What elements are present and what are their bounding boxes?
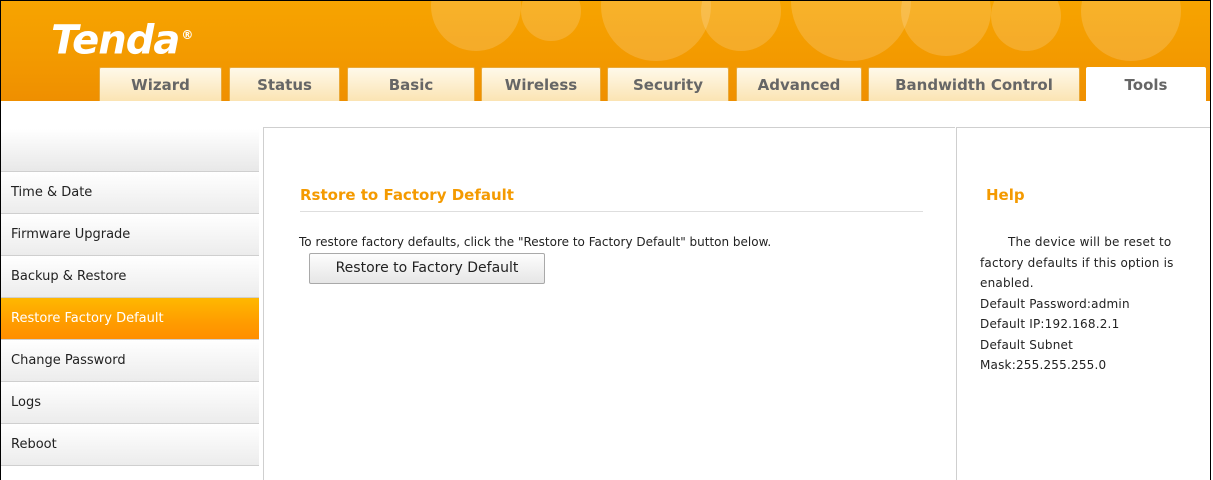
sidebar-item-backup-restore[interactable]: Backup & Restore — [1, 256, 259, 298]
help-text: The device will be reset to factory defa… — [980, 232, 1176, 376]
decorative-bubble — [791, 1, 911, 61]
help-line-default-password: Default Password:admin — [980, 296, 1130, 311]
tab-status[interactable]: Status — [229, 67, 340, 101]
main-tabs: Wizard Status Basic Wireless Security Ad… — [1, 67, 1210, 101]
help-line-default-ip: Default IP:192.168.2.1 — [980, 317, 1120, 331]
tab-tools[interactable]: Tools — [1086, 67, 1206, 101]
page-description: To restore factory defaults, click the "… — [299, 235, 772, 249]
help-title: Help — [986, 186, 1025, 204]
tab-security[interactable]: Security — [607, 67, 729, 101]
tab-advanced[interactable]: Advanced — [736, 67, 862, 101]
decorative-bubble — [601, 1, 711, 61]
tab-wireless[interactable]: Wireless — [481, 67, 601, 101]
decorative-bubble — [1081, 1, 1181, 61]
tab-basic[interactable]: Basic — [347, 67, 475, 101]
decorative-bubble — [991, 1, 1061, 51]
main-content-panel: Rstore to Factory Default To restore fac… — [263, 127, 955, 480]
help-line-default-subnet: Default Subnet Mask:255.255.255.0 — [980, 337, 1107, 373]
page-title: Rstore to Factory Default — [300, 186, 923, 212]
header-banner: Tenda ® Wizard Status Basic Wireless Secu… — [1, 1, 1210, 101]
sidebar-nav: Time & Date Firmware Upgrade Backup & Re… — [1, 129, 259, 466]
logo-text: Tenda — [51, 17, 180, 64]
decorative-bubble — [521, 1, 581, 41]
help-line-reset-info: The device will be reset to factory defa… — [980, 235, 1174, 290]
help-panel: Help The device will be reset to factory… — [956, 127, 1210, 480]
tab-wizard[interactable]: Wizard — [99, 67, 222, 101]
sidebar-item-restore-factory-default[interactable]: Restore Factory Default — [1, 298, 259, 340]
sidebar-item-change-password[interactable]: Change Password — [1, 340, 259, 382]
sidebar-item-firmware-upgrade[interactable]: Firmware Upgrade — [1, 214, 259, 256]
sidebar-header — [1, 129, 259, 172]
decorative-bubble — [901, 1, 991, 56]
sidebar-item-time-date[interactable]: Time & Date — [1, 172, 259, 214]
restore-factory-default-button[interactable]: Restore to Factory Default — [309, 253, 545, 284]
decorative-bubble — [431, 1, 521, 51]
registered-mark: ® — [181, 28, 193, 42]
sidebar-item-logs[interactable]: Logs — [1, 382, 259, 424]
tab-bandwidth-control[interactable]: Bandwidth Control — [868, 67, 1080, 101]
sidebar-item-reboot[interactable]: Reboot — [1, 424, 259, 466]
decorative-bubble — [701, 1, 781, 51]
tenda-logo: Tenda ® — [51, 13, 193, 64]
router-admin-window: Tenda ® Wizard Status Basic Wireless Secu… — [0, 0, 1211, 480]
